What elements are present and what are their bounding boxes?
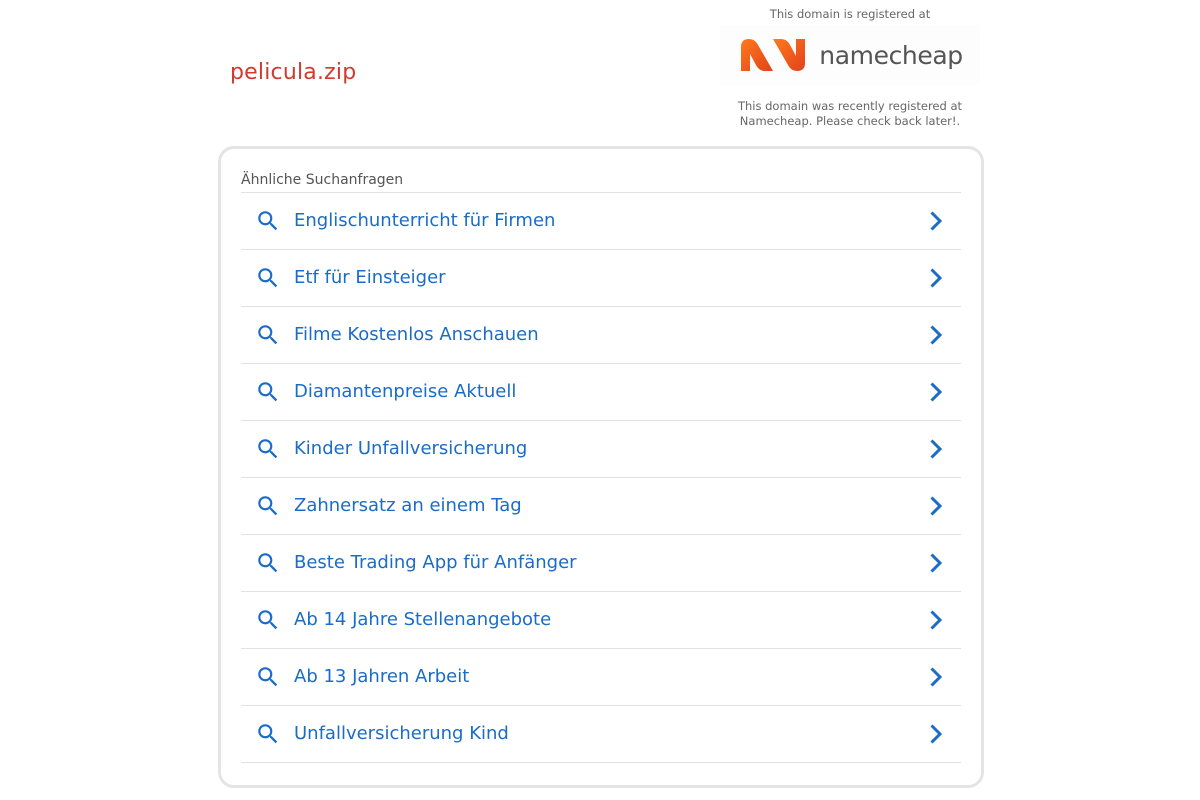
- chevron-right-icon: [930, 553, 943, 573]
- related-search-item-1[interactable]: Englischunterricht für Firmen: [241, 193, 961, 250]
- registration-note-line-2: Namecheap. Please check back later!.: [739, 114, 961, 128]
- search-icon: [258, 496, 278, 516]
- search-icon: [258, 268, 278, 288]
- namecheap-wordmark: namecheap: [819, 40, 963, 70]
- search-icon: [258, 724, 278, 744]
- search-icon: [258, 325, 278, 345]
- related-search-label: Kinder Unfallversicherung: [294, 438, 528, 459]
- related-search-label: Filme Kostenlos Anschauen: [294, 324, 539, 345]
- namecheap-logo[interactable]: namecheap: [720, 25, 980, 85]
- chevron-right-icon: [930, 667, 943, 687]
- search-icon: [258, 211, 278, 231]
- related-search-item-6[interactable]: Zahnersatz an einem Tag: [241, 478, 961, 535]
- related-searches-list: Englischunterricht für Firmen Etf für Ei…: [241, 192, 961, 763]
- chevron-right-icon: [930, 724, 943, 744]
- related-search-item-2[interactable]: Etf für Einsteiger: [241, 250, 961, 307]
- registration-note-line-1: This domain was recently registered at: [737, 99, 963, 113]
- search-icon: [258, 439, 278, 459]
- related-search-item-8[interactable]: Ab 14 Jahre Stellenangebote: [241, 592, 961, 649]
- chevron-right-icon: [930, 211, 943, 231]
- related-searches-heading: Ähnliche Suchanfragen: [241, 172, 404, 188]
- related-search-label: Etf für Einsteiger: [294, 267, 446, 288]
- related-search-item-3[interactable]: Filme Kostenlos Anschauen: [241, 307, 961, 364]
- search-icon: [258, 667, 278, 687]
- related-search-label: Beste Trading App für Anfänger: [294, 552, 577, 573]
- parked-domain-page: pelicula.zip This domain is registered a…: [0, 0, 1200, 800]
- search-icon: [258, 382, 278, 402]
- chevron-right-icon: [930, 610, 943, 630]
- related-search-item-7[interactable]: Beste Trading App für Anfänger: [241, 535, 961, 592]
- related-search-label: Ab 14 Jahre Stellenangebote: [294, 609, 552, 630]
- registrar-panel: This domain is registered at namecheap T…: [720, 7, 980, 129]
- chevron-right-icon: [930, 439, 943, 459]
- chevron-right-icon: [930, 496, 943, 516]
- related-search-label: Unfallversicherung Kind: [294, 723, 509, 744]
- chevron-right-icon: [930, 382, 943, 402]
- related-searches-card: Ähnliche Suchanfragen Englischunterricht…: [218, 146, 984, 788]
- chevron-right-icon: [930, 325, 943, 345]
- related-search-label: Diamantenpreise Aktuell: [294, 381, 517, 402]
- related-search-label: Zahnersatz an einem Tag: [294, 495, 522, 516]
- related-search-label: Englischunterricht für Firmen: [294, 210, 556, 231]
- chevron-right-icon: [930, 268, 943, 288]
- registered-at-text: This domain is registered at: [769, 7, 931, 21]
- domain-title[interactable]: pelicula.zip: [230, 60, 356, 85]
- related-search-label: Ab 13 Jahren Arbeit: [294, 666, 470, 687]
- search-icon: [258, 553, 278, 573]
- related-search-item-4[interactable]: Diamantenpreise Aktuell: [241, 364, 961, 421]
- related-search-item-10[interactable]: Unfallversicherung Kind: [241, 706, 961, 763]
- search-icon: [258, 610, 278, 630]
- related-search-item-5[interactable]: Kinder Unfallversicherung: [241, 421, 961, 478]
- related-search-item-9[interactable]: Ab 13 Jahren Arbeit: [241, 649, 961, 706]
- namecheap-mark-icon: [741, 39, 806, 71]
